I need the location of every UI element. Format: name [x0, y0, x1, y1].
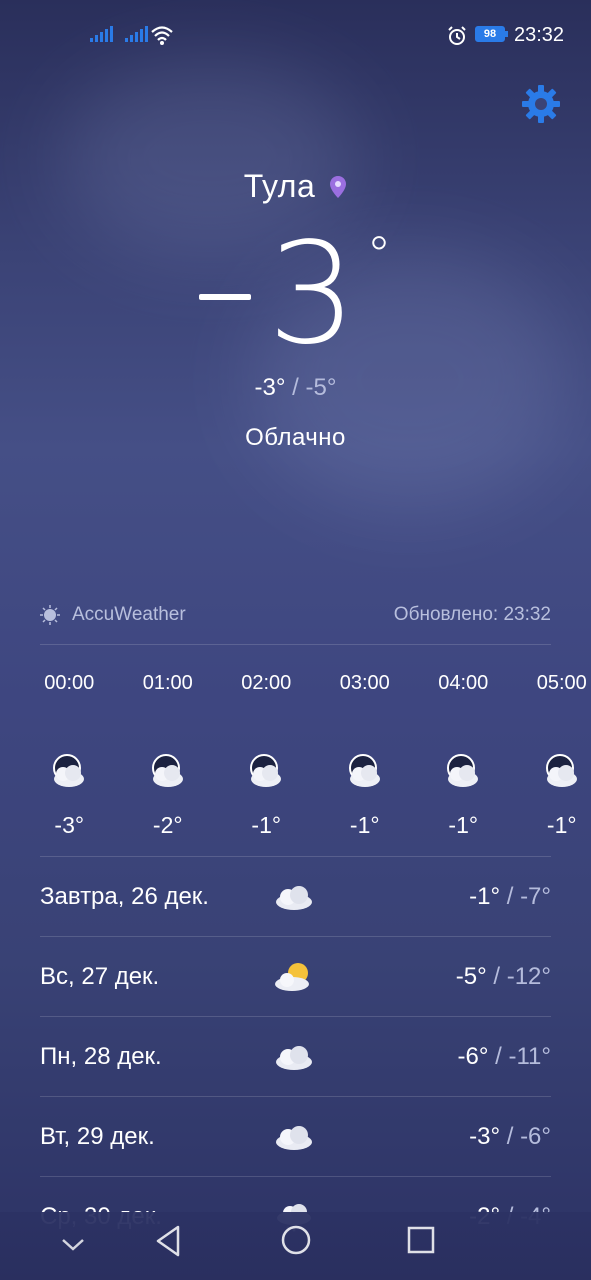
recent-apps-icon[interactable] [406, 1225, 436, 1255]
temperature-value: 3 [267, 213, 357, 376]
day-name: Вт, 29 дек. [40, 1122, 155, 1150]
hour-time: 05:00 [536, 672, 587, 694]
hour-item: 01:00 -2° [119, 672, 218, 839]
day-temps: -1° / -7° [469, 882, 551, 910]
wifi-icon [151, 26, 173, 45]
day-high: -5° [455, 962, 487, 990]
hour-temp: -1° [349, 812, 380, 838]
day-high: -6° [457, 1042, 489, 1070]
status-bar: 98 23:32 [0, 0, 591, 72]
day-high: -3° [469, 1122, 501, 1150]
day-row[interactable]: Вс, 27 дек. -5° / -12° [40, 936, 551, 1016]
day-row[interactable]: Пн, 28 дек. -6° / -11° [40, 1016, 551, 1096]
weather-condition: Облачно [245, 424, 346, 451]
daily-forecast[interactable]: Завтра, 26 дек. -1° / -7° Вс, 27 дек. -5… [40, 856, 551, 1256]
back-icon[interactable] [153, 1224, 183, 1258]
day-low: -11° [508, 1042, 551, 1070]
hourly-forecast[interactable]: 00:00 -3° 01:00 -2° 02:00 -1° 03:00 -1° … [20, 672, 591, 839]
day-temps: -6° / -11° [457, 1042, 551, 1070]
signal-icon [125, 26, 148, 42]
cloudy-icon [276, 1125, 312, 1150]
day-name: Вс, 27 дек. [40, 962, 160, 990]
hour-temp: -1° [448, 812, 479, 838]
minus-sign [199, 294, 252, 300]
divider [40, 644, 551, 645]
navigation-bar [0, 1212, 591, 1280]
partly-sunny-icon [275, 962, 309, 991]
day-high: -1° [469, 882, 501, 910]
day-temps: -5° / -12° [455, 962, 551, 990]
home-icon[interactable] [280, 1224, 312, 1256]
high-temp: -3° [254, 374, 286, 401]
hour-time: 00:00 [44, 672, 95, 694]
day-row[interactable]: Завтра, 26 дек. -1° / -7° [40, 856, 551, 936]
night-cloudy-icon [250, 754, 282, 787]
hour-item: 00:00 -3° [20, 672, 119, 839]
updated-time: Обновлено: 23:32 [393, 604, 551, 625]
day-row[interactable]: Вт, 29 дек. -3° / -6° [40, 1096, 551, 1176]
sun-logo-icon [40, 605, 60, 625]
cloudy-icon [276, 885, 312, 910]
night-cloudy-icon [53, 754, 85, 787]
night-cloudy-icon [545, 754, 577, 787]
signal-icon [90, 26, 113, 42]
degree-symbol: ° [366, 226, 392, 284]
status-time: 23:32 [514, 24, 565, 46]
hour-temp: -1° [546, 812, 577, 838]
day-low: -6° [520, 1122, 551, 1150]
hour-item: 03:00 -1° [316, 672, 415, 839]
hour-time: 04:00 [438, 672, 489, 694]
low-temp: -5° [305, 374, 337, 401]
provider-row: AccuWeather Обновлено: 23:32 [40, 604, 551, 626]
day-name: Пн, 28 дек. [40, 1042, 162, 1070]
alarm-icon [448, 26, 466, 45]
provider-name[interactable]: AccuWeather [72, 604, 186, 626]
cloudy-icon [276, 1045, 312, 1070]
hour-item: 02:00 -1° [217, 672, 316, 839]
location-header[interactable]: Тула [0, 168, 591, 205]
current-temperature: 3 ° [0, 220, 591, 400]
hour-time: 01:00 [142, 672, 193, 694]
night-cloudy-icon [348, 754, 380, 787]
city-name: Тула [243, 168, 316, 204]
night-cloudy-icon [447, 754, 479, 787]
battery-icon: 98 [475, 26, 508, 42]
hour-temp: -3° [54, 812, 85, 838]
hour-item: 05:00 -1° [513, 672, 591, 839]
day-name: Завтра, 26 дек. [40, 882, 209, 910]
hour-item: 04:00 -1° [414, 672, 513, 839]
hour-time: 02:00 [241, 672, 292, 694]
hour-temp: -2° [152, 812, 183, 838]
location-pin-icon [330, 175, 347, 198]
day-temps: -3° / -6° [469, 1122, 551, 1150]
day-low: -7° [520, 882, 551, 910]
hour-time: 03:00 [339, 672, 390, 694]
chevron-down-icon[interactable] [60, 1234, 86, 1254]
night-cloudy-icon [151, 754, 183, 787]
day-low: -12° [506, 962, 551, 990]
high-low-temps: -3° / -5° [254, 374, 337, 401]
settings-gear-icon[interactable] [521, 84, 561, 124]
hour-temp: -1° [251, 812, 282, 838]
